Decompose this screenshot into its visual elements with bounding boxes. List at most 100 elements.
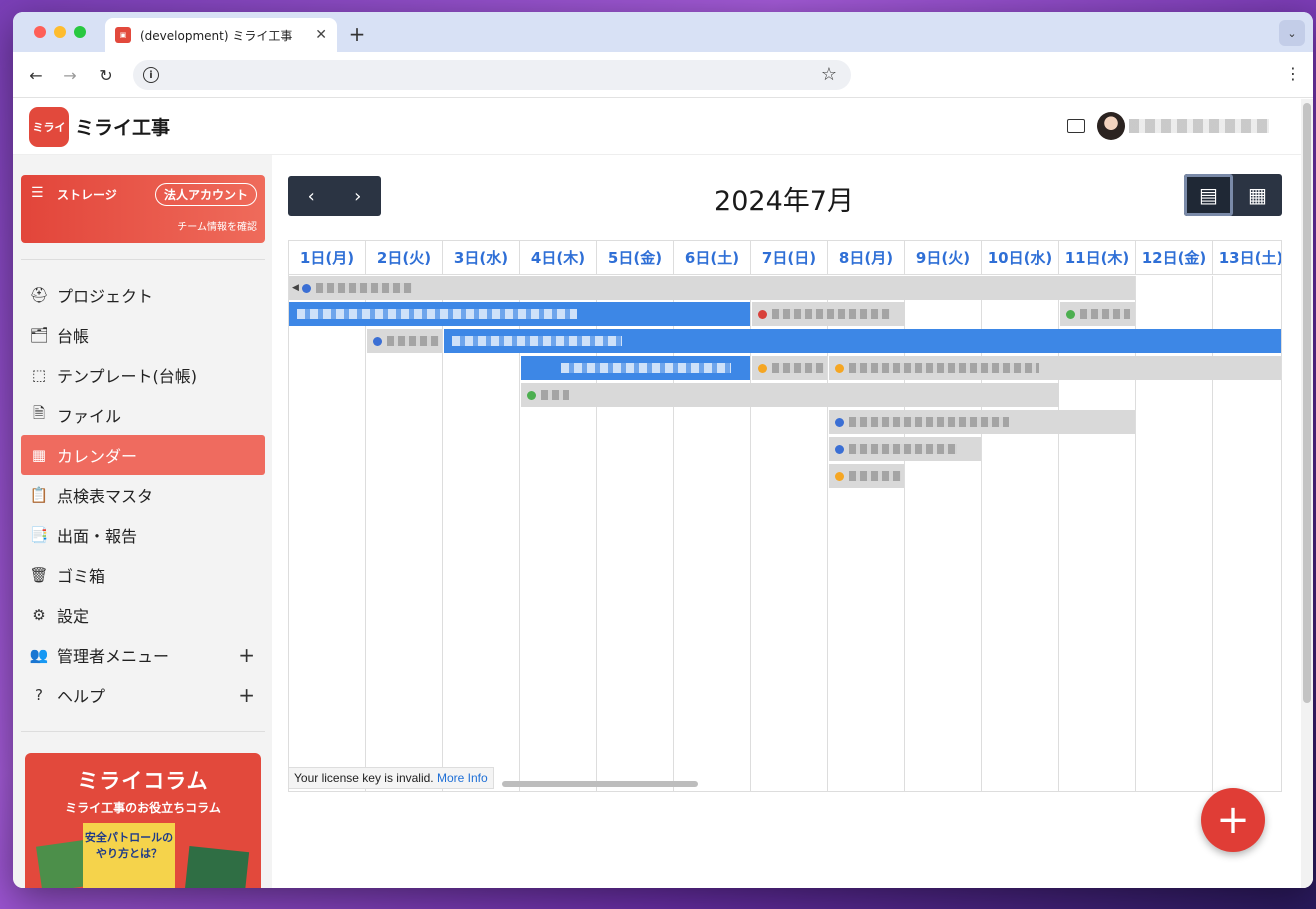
bookmark-star-icon[interactable]: ☆ — [821, 64, 837, 85]
day-header[interactable]: 3日(水) — [443, 241, 520, 274]
column-banner[interactable]: ミライコラム ミライ工事のお役立ちコラム 安全パトロールのやり方とは？ — [25, 753, 261, 888]
event-title-redacted — [772, 363, 824, 373]
sidebar-item-calendar[interactable]: ▦ カレンダー — [21, 435, 265, 475]
sidebar-item-project[interactable]: ⛑ プロジェクト — [21, 275, 265, 315]
minimize-window-button[interactable] — [54, 26, 66, 38]
team-info-link[interactable]: チーム情報を確認 — [177, 218, 257, 233]
forward-button[interactable]: → — [59, 64, 81, 86]
day-header[interactable]: 10日(水) — [982, 241, 1059, 274]
main-content: ‹ › 2024年7月 ▤ ▦ 1日(月) 2日(火) 3日(水) 4日(木) … — [272, 99, 1313, 888]
sidebar-item-checklist-master[interactable]: 📋 点検表マスタ — [21, 475, 265, 515]
browser-menu-icon[interactable]: ⋮ — [1285, 64, 1301, 83]
reload-button[interactable]: ↻ — [95, 64, 117, 86]
sidebar-item-settings[interactable]: ⚙ 設定 — [21, 595, 265, 635]
add-event-button[interactable]: + — [1201, 788, 1265, 852]
app-logo[interactable]: ミライ ミライ工事 — [13, 99, 272, 155]
day-header[interactable]: 2日(火) — [366, 241, 443, 274]
gear-icon: ⚙ — [32, 606, 46, 624]
day-column[interactable] — [1136, 276, 1213, 791]
day-column[interactable] — [597, 276, 674, 791]
inbox-icon[interactable] — [1067, 119, 1085, 133]
site-info-icon[interactable]: i — [143, 67, 159, 83]
sidebar-item-file[interactable]: 🗎 ファイル — [21, 395, 265, 435]
day-header[interactable]: 11日(木) — [1059, 241, 1136, 274]
scrollbar-thumb[interactable] — [1303, 103, 1311, 703]
day-header[interactable]: 6日(土) — [674, 241, 751, 274]
column-book-title: 安全パトロールのやり方とは？ — [83, 823, 175, 888]
day-header[interactable]: 7日(日) — [751, 241, 828, 274]
more-info-link[interactable]: More Info — [437, 771, 488, 785]
tab-title: (development) ミライ工事 — [140, 28, 293, 43]
tab-close-icon[interactable]: ✕ — [315, 27, 327, 43]
sidebar-item-trash[interactable]: 🗑 ゴミ箱 — [21, 555, 265, 595]
calendar-event[interactable] — [829, 437, 981, 461]
expand-plus-icon[interactable]: + — [238, 683, 255, 707]
month-view-button[interactable]: ▦ — [1233, 174, 1282, 216]
calendar-event[interactable] — [752, 356, 827, 380]
day-column[interactable] — [1059, 276, 1136, 791]
horizontal-scrollbar[interactable] — [502, 781, 698, 787]
calendar-event[interactable] — [444, 329, 1281, 353]
address-bar[interactable]: i ☆ — [133, 60, 851, 90]
ledger-icon: 🗂 — [29, 326, 49, 344]
browser-tab[interactable]: ▣ (development) ミライ工事 ✕ — [105, 18, 337, 52]
calendar-event[interactable] — [1060, 302, 1135, 326]
day-header[interactable]: 9日(火) — [905, 241, 982, 274]
calendar-event[interactable] — [521, 356, 750, 380]
sidebar-item-help[interactable]: ? ヘルプ + — [21, 675, 265, 715]
tab-search-button[interactable]: ⌄ — [1279, 20, 1305, 46]
sidebar-menu: ⛑ プロジェクト 🗂 台帳 ⬚ テンプレート(台帳) 🗎 ファイル ▦ カレンダー 📋 点検… — [21, 275, 265, 715]
day-column[interactable] — [520, 276, 597, 791]
page-scrollbar[interactable] — [1301, 99, 1313, 888]
day-column[interactable] — [289, 276, 366, 791]
user-name-redacted[interactable] — [1129, 119, 1269, 133]
sidebar-item-admin-menu[interactable]: 👥 管理者メニュー + — [21, 635, 265, 675]
expand-plus-icon[interactable]: + — [238, 643, 255, 667]
database-icon: ☰ — [31, 185, 44, 201]
avatar[interactable] — [1097, 112, 1125, 140]
day-header[interactable]: 5日(金) — [597, 241, 674, 274]
day-column[interactable] — [828, 276, 905, 791]
sidebar-item-report[interactable]: 📑 出面・報告 — [21, 515, 265, 555]
day-column[interactable] — [905, 276, 982, 791]
calendar-event[interactable] — [521, 383, 1059, 407]
tab-strip: ▣ (development) ミライ工事 ✕ + ⌄ — [13, 12, 1313, 52]
sidebar-item-ledger[interactable]: 🗂 台帳 — [21, 315, 265, 355]
day-column[interactable] — [1213, 276, 1281, 791]
calendar-event[interactable] — [829, 464, 904, 488]
day-column[interactable] — [366, 276, 443, 791]
day-header[interactable]: 1日(月) — [289, 241, 366, 274]
calendar-event[interactable] — [367, 329, 442, 353]
next-month-button[interactable]: › — [335, 176, 382, 216]
day-column[interactable] — [751, 276, 828, 791]
event-title-redacted — [561, 363, 731, 373]
close-window-button[interactable] — [34, 26, 46, 38]
calendar-event[interactable] — [289, 302, 750, 326]
day-header[interactable]: 12日(金) — [1136, 241, 1213, 274]
sidebar-item-label: カレンダー — [57, 447, 138, 466]
browser-window: ▣ (development) ミライ工事 ✕ + ⌄ ← → ↻ i ☆ ⋮ … — [13, 12, 1313, 888]
help-icon: ? — [35, 686, 43, 704]
maximize-window-button[interactable] — [74, 26, 86, 38]
day-header[interactable]: 13日(土) — [1213, 241, 1281, 274]
file-icon: 🗎 — [32, 403, 46, 422]
day-column[interactable] — [982, 276, 1059, 791]
browser-toolbar: ← → ↻ i ☆ ⋮ — [13, 52, 1313, 98]
admin-icon: 👥 — [29, 646, 49, 664]
day-column[interactable] — [443, 276, 520, 791]
prev-month-button[interactable]: ‹ — [288, 176, 335, 216]
caret-left-icon: ◀ — [292, 283, 299, 293]
day-header[interactable]: 4日(木) — [520, 241, 597, 274]
new-tab-button[interactable]: + — [347, 22, 367, 46]
back-button[interactable]: ← — [25, 64, 47, 86]
sidebar-item-template[interactable]: ⬚ テンプレート(台帳) — [21, 355, 265, 395]
calendar-event[interactable] — [829, 356, 1281, 380]
day-header[interactable]: 8日(月) — [828, 241, 905, 274]
day-column[interactable] — [674, 276, 751, 791]
sidebar-item-label: ゴミ箱 — [57, 567, 106, 586]
calendar-event[interactable] — [829, 410, 1135, 434]
calendar-event[interactable]: ◀ — [289, 276, 1135, 300]
timeline-view-button[interactable]: ▤ — [1184, 174, 1233, 216]
storage-card[interactable]: ☰ ストレージ 法人アカウント チーム情報を確認 — [21, 175, 265, 243]
calendar-event[interactable] — [752, 302, 905, 326]
